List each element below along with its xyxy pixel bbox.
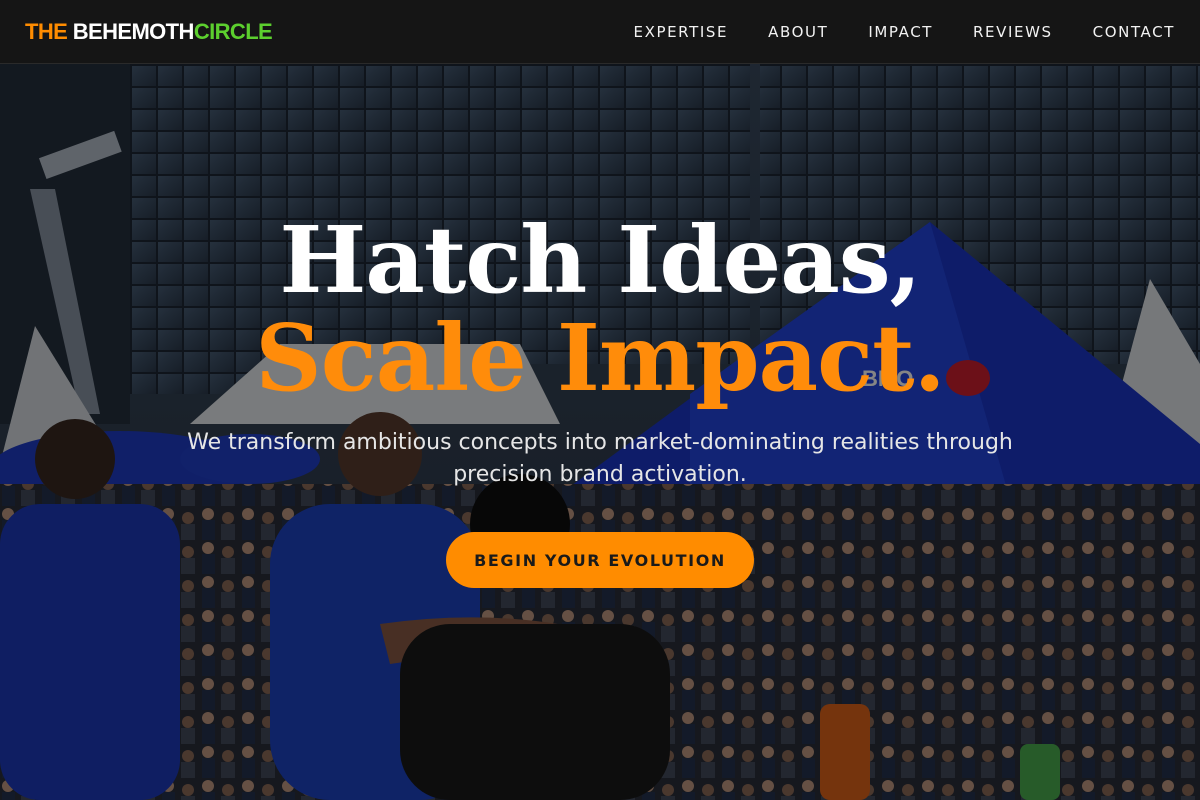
hero-headline-line1: Hatch Ideas, (279, 206, 921, 314)
site-logo[interactable]: THE BEHEMOTHCIRCLE (25, 18, 273, 45)
begin-evolution-button[interactable]: BEGIN YOUR EVOLUTION (446, 532, 754, 588)
nav-link-impact[interactable]: IMPACT (868, 23, 933, 41)
nav-link-reviews[interactable]: REVIEWS (973, 23, 1053, 41)
main-nav: EXPERTISE ABOUT IMPACT REVIEWS CONTACT (594, 23, 1176, 41)
hero-headline-line2: Scale Impact. (255, 304, 945, 412)
nav-link-about[interactable]: ABOUT (768, 23, 828, 41)
hero-section: BMO Hatch Ideas, Scale Impact. We transf… (0, 64, 1200, 800)
logo-word-the: THE (25, 18, 68, 44)
logo-word-circle: CIRCLE (193, 18, 273, 44)
hero-content: Hatch Ideas, Scale Impact. We transform … (0, 64, 1200, 800)
nav-link-expertise[interactable]: EXPERTISE (634, 23, 729, 41)
nav-link-contact[interactable]: CONTACT (1093, 23, 1175, 41)
hero-subheadline: We transform ambitious concepts into mar… (187, 430, 1013, 487)
logo-word-behemoth: BEHEMOTH (72, 18, 195, 44)
site-header: THE BEHEMOTHCIRCLE EXPERTISE ABOUT IMPAC… (0, 0, 1200, 64)
